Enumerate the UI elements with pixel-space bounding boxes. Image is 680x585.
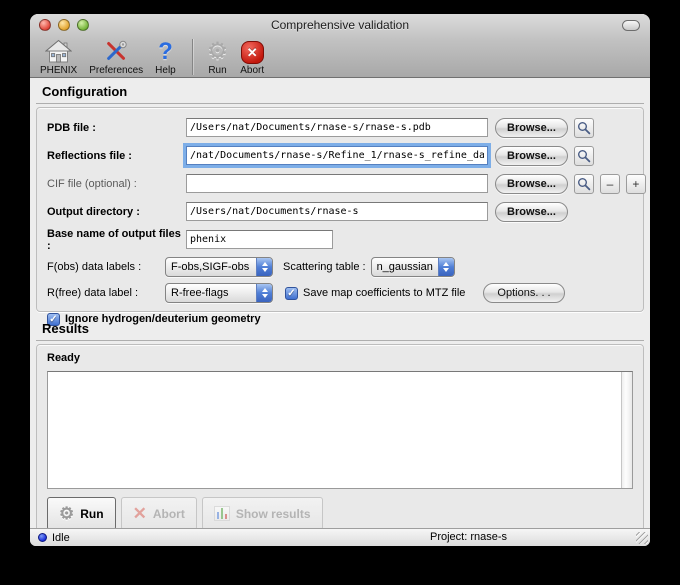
toolbar-separator	[192, 39, 193, 75]
traffic-lights	[39, 19, 89, 31]
toolbar-toggle-button[interactable]	[622, 20, 640, 31]
abort-button-label: Abort	[153, 507, 185, 521]
stepper-arrows-icon	[256, 258, 272, 276]
window-chrome: Comprehensive validation PHENIX	[30, 14, 650, 78]
window-title: Comprehensive validation	[30, 18, 650, 32]
toolbar-label-run: Run	[208, 65, 226, 76]
close-button[interactable]	[39, 19, 51, 31]
ignore-hydrogen-label: Ignore hydrogen/deuterium geometry	[65, 313, 261, 325]
toolbar-item-phenix[interactable]: PHENIX	[40, 37, 77, 76]
magnifier-icon	[577, 149, 591, 163]
output-directory-row: Output directory : Browse...	[47, 201, 633, 222]
base-name-label: Base name of output files :	[47, 228, 186, 252]
titlebar: Comprehensive validation	[30, 14, 650, 36]
toolbar-item-abort[interactable]: ✕ Abort	[240, 37, 264, 76]
app-window: Comprehensive validation PHENIX	[30, 14, 650, 546]
cif-file-input[interactable]	[186, 174, 488, 193]
output-directory-label: Output directory :	[47, 206, 186, 218]
output-directory-input[interactable]	[186, 202, 488, 221]
question-mark-icon: ?	[158, 37, 173, 64]
gear-icon: ⚙	[207, 37, 229, 64]
resize-grip[interactable]	[636, 532, 648, 544]
cif-file-label: CIF file (optional) :	[47, 178, 186, 190]
save-map-label: Save map coefficients to MTZ file	[303, 287, 465, 299]
cif-remove-button[interactable]: –	[600, 174, 620, 194]
pdb-browse-button[interactable]: Browse...	[495, 118, 568, 138]
toolbar: PHENIX Preferences ? Help ⚙	[30, 36, 650, 78]
base-name-input[interactable]	[186, 230, 333, 249]
options-button[interactable]: Options. . .	[483, 283, 564, 303]
project-label: Project: rnase-s	[430, 531, 507, 543]
stepper-arrows-icon	[256, 284, 272, 302]
cif-view-button[interactable]	[574, 174, 594, 194]
results-buttons-row: ⚙ Run ✕ Abort Show results	[47, 497, 633, 528]
rfree-dropdown[interactable]: R-free-flags	[165, 283, 273, 303]
toolbar-item-help[interactable]: ? Help	[155, 37, 176, 76]
pdb-view-button[interactable]	[574, 118, 594, 138]
rfree-label: R(free) data label :	[47, 287, 165, 299]
configuration-heading: Configuration	[36, 82, 644, 104]
run-button-label: Run	[80, 507, 103, 521]
abort-icon: ✕	[241, 37, 264, 64]
bar-chart-icon	[214, 506, 230, 521]
pdb-file-row: PDB file : Browse...	[47, 117, 633, 138]
toolbar-label-help: Help	[155, 65, 176, 76]
reflections-view-button[interactable]	[574, 146, 594, 166]
scattering-table-label: Scattering table :	[283, 261, 366, 273]
reflections-file-row: Reflections file : Browse...	[47, 145, 633, 166]
cif-add-button[interactable]: +	[626, 174, 646, 194]
base-name-row: Base name of output files :	[47, 229, 633, 250]
fobs-dropdown-value: F-obs,SIGF-obs	[166, 258, 256, 276]
toolbar-item-run[interactable]: ⚙ Run	[207, 37, 229, 76]
magnifier-icon	[577, 121, 591, 135]
rfree-row: R(free) data label : R-free-flags ✓ Save…	[47, 283, 633, 303]
fobs-label: F(obs) data labels :	[47, 261, 165, 273]
gear-icon: ⚙	[59, 505, 74, 522]
minimize-button[interactable]	[58, 19, 70, 31]
results-log-area[interactable]	[47, 371, 633, 489]
stepper-arrows-icon	[438, 258, 454, 276]
main-content: Configuration PDB file : Browse... Refle…	[30, 78, 650, 528]
scattering-table-value: n_gaussian	[372, 258, 438, 276]
results-status-label: Ready	[47, 352, 633, 364]
reflections-file-label: Reflections file :	[47, 150, 186, 162]
scrollbar[interactable]	[621, 372, 632, 488]
results-panel: Ready ⚙ Run ✕ Abort Show results	[36, 344, 644, 528]
zoom-button[interactable]	[77, 19, 89, 31]
output-browse-button[interactable]: Browse...	[495, 202, 568, 222]
status-bar: Idle Project: rnase-s	[30, 528, 650, 546]
status-indicator-icon	[38, 533, 47, 542]
pdb-file-input[interactable]	[186, 118, 488, 137]
tools-icon	[103, 37, 129, 64]
save-map-checkbox[interactable]: ✓	[285, 287, 298, 300]
toolbar-label-phenix: PHENIX	[40, 65, 77, 76]
run-button[interactable]: ⚙ Run	[47, 497, 116, 528]
pdb-file-label: PDB file :	[47, 122, 186, 134]
cif-file-row: CIF file (optional) : Browse... – +	[47, 173, 633, 194]
data-labels-row: F(obs) data labels : F-obs,SIGF-obs Scat…	[47, 257, 633, 277]
show-results-button[interactable]: Show results	[202, 497, 323, 528]
fobs-dropdown[interactable]: F-obs,SIGF-obs	[165, 257, 273, 277]
rfree-dropdown-value: R-free-flags	[166, 284, 256, 302]
show-results-button-label: Show results	[236, 507, 311, 521]
abort-button[interactable]: ✕ Abort	[121, 497, 197, 528]
status-text: Idle	[52, 532, 70, 544]
reflections-browse-button[interactable]: Browse...	[495, 146, 568, 166]
magnifier-icon	[577, 177, 591, 191]
cif-browse-button[interactable]: Browse...	[495, 174, 568, 194]
toolbar-label-abort: Abort	[240, 65, 264, 76]
configuration-panel: PDB file : Browse... Reflections file : …	[36, 107, 644, 312]
abort-x-icon: ✕	[133, 505, 147, 522]
toolbar-label-preferences: Preferences	[89, 65, 143, 76]
scattering-table-dropdown[interactable]: n_gaussian	[371, 257, 455, 277]
home-icon	[45, 37, 72, 64]
reflections-file-input[interactable]	[186, 146, 488, 165]
toolbar-item-preferences[interactable]: Preferences	[89, 37, 143, 76]
